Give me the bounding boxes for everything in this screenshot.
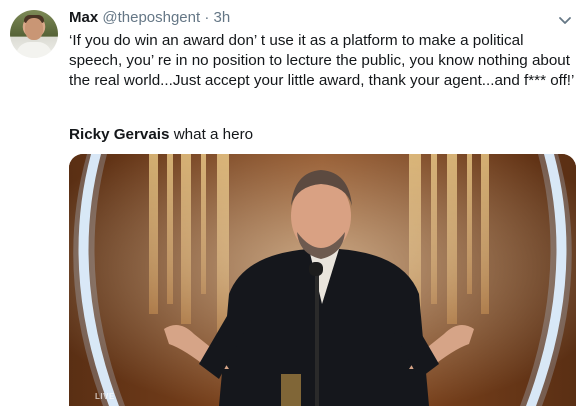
- avatar-face: [25, 18, 43, 40]
- author-name[interactable]: Max: [69, 9, 98, 26]
- tweet-header: Max @theposhgent · 3h: [69, 8, 230, 28]
- mentioned-name[interactable]: Ricky Gervais: [69, 126, 169, 143]
- separator-dot: ·: [204, 9, 210, 26]
- live-watermark: LIVE: [95, 392, 115, 401]
- tweet-text: ‘If you do win an award don’ t use it as…: [69, 32, 575, 89]
- avatar-shirt: [16, 42, 52, 58]
- author-handle[interactable]: @theposhgent: [102, 9, 200, 26]
- timestamp[interactable]: 3h: [214, 9, 231, 26]
- tweet-comment: Ricky Gervais what a hero: [69, 125, 253, 145]
- stage-photo: [69, 154, 576, 406]
- comment-text: what a hero: [169, 126, 254, 143]
- tweet-media[interactable]: LIVE: [69, 154, 576, 406]
- tweet-card[interactable]: Max @theposhgent · 3h ‘If you do win an …: [0, 0, 583, 406]
- chevron-down-icon[interactable]: [557, 12, 573, 28]
- avatar[interactable]: [10, 10, 58, 58]
